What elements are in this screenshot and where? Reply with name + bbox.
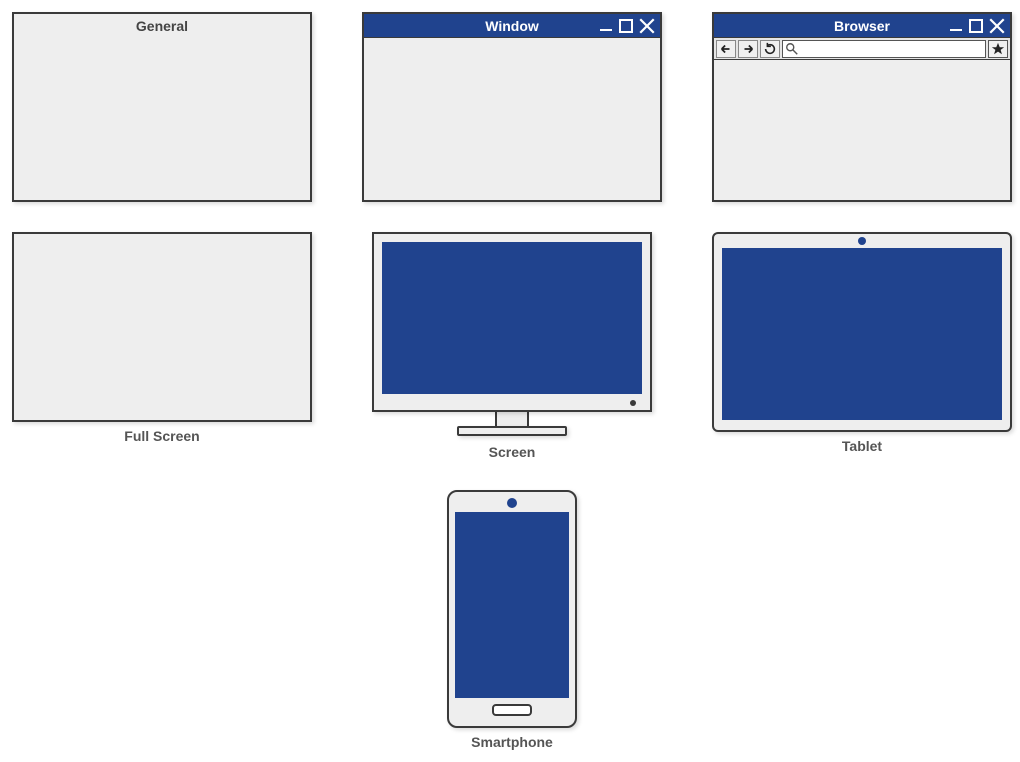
minimize-icon[interactable] [948, 18, 964, 34]
home-button[interactable] [492, 704, 532, 716]
smartphone-label: Smartphone [471, 734, 553, 750]
browser-container[interactable]: Browser [712, 12, 1012, 202]
cell-screen: Screen [362, 232, 662, 460]
favorite-button[interactable] [988, 40, 1008, 58]
forward-button[interactable] [738, 40, 758, 58]
cell-tablet: Tablet [712, 232, 1012, 460]
fullscreen-container[interactable] [12, 232, 312, 422]
cell-general: General [12, 12, 312, 202]
maximize-icon[interactable] [618, 18, 634, 34]
cell-browser: Browser [712, 12, 1012, 202]
phone-camera-icon [507, 498, 517, 508]
monitor-display [382, 242, 642, 394]
address-bar[interactable] [782, 40, 986, 58]
browser-window-controls [948, 14, 1006, 37]
general-container[interactable]: General [12, 12, 312, 202]
window-controls [598, 14, 656, 37]
fullscreen-label: Full Screen [124, 428, 199, 444]
close-icon[interactable] [638, 17, 656, 35]
back-button[interactable] [716, 40, 736, 58]
window-titlebar[interactable]: Window [364, 14, 660, 38]
tablet-display [722, 248, 1002, 420]
arrow-left-icon [719, 42, 733, 56]
close-icon[interactable] [988, 17, 1006, 35]
refresh-icon [763, 42, 777, 56]
cell-fullscreen: Full Screen [12, 232, 312, 460]
browser-toolbar [714, 38, 1010, 60]
monitor-neck [495, 412, 529, 426]
search-icon [785, 42, 799, 56]
general-label: General [14, 18, 310, 34]
window-container[interactable]: Window [362, 12, 662, 202]
arrow-right-icon [741, 42, 755, 56]
tablet-container[interactable] [712, 232, 1012, 432]
monitor-container[interactable] [362, 232, 662, 452]
smartphone-container[interactable] [447, 490, 577, 728]
cell-smartphone: Smartphone [447, 490, 577, 750]
monitor-base [457, 426, 567, 436]
tablet-camera-icon [858, 237, 866, 245]
star-icon [991, 42, 1005, 56]
maximize-icon[interactable] [968, 18, 984, 34]
refresh-button[interactable] [760, 40, 780, 58]
minimize-icon[interactable] [598, 18, 614, 34]
tablet-label: Tablet [842, 438, 882, 454]
monitor-bezel [372, 232, 652, 412]
phone-display [455, 512, 569, 698]
cell-window: Window [362, 12, 662, 202]
browser-titlebar[interactable]: Browser [714, 14, 1010, 38]
power-indicator-icon [630, 400, 636, 406]
shape-gallery: General Window [12, 12, 1008, 750]
row-smartphone: Smartphone [12, 490, 1012, 750]
